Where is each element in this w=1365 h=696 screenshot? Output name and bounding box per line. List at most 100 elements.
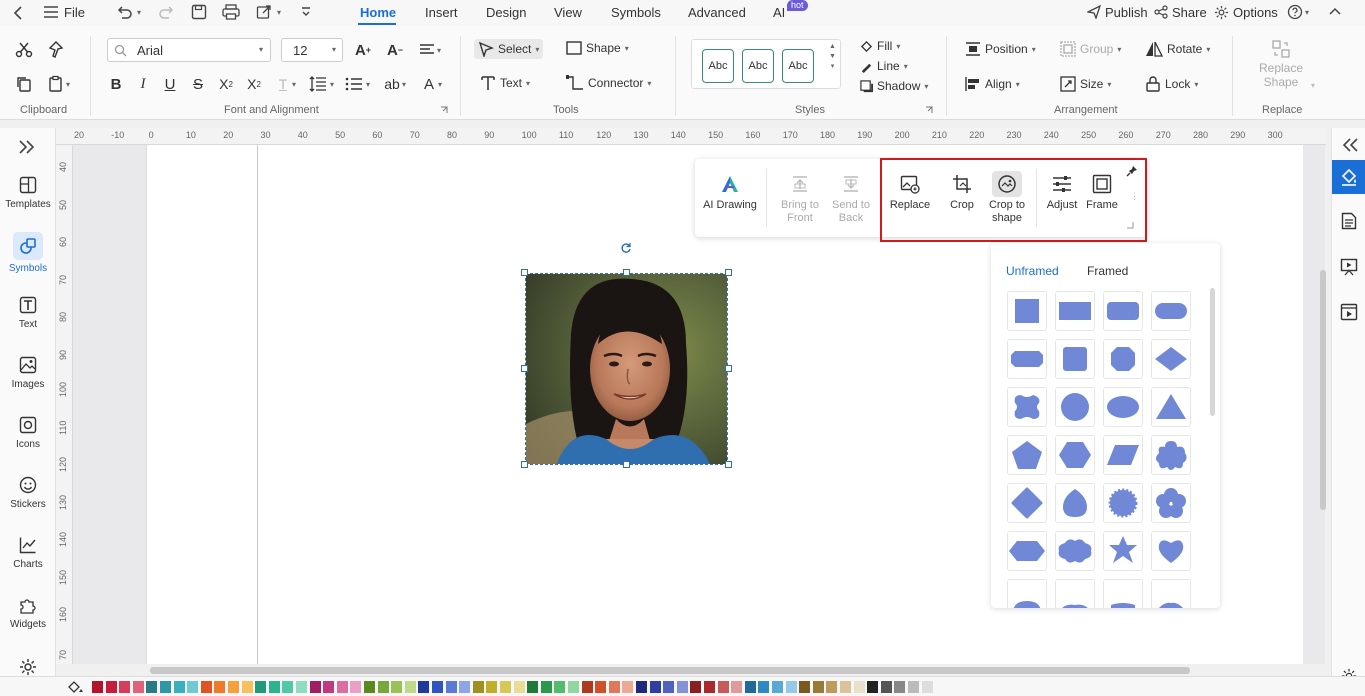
vertical-scrollbar[interactable] — [1320, 270, 1326, 510]
underline-icon[interactable]: U — [159, 73, 181, 95]
resize-handle[interactable] — [623, 269, 630, 276]
color-swatch[interactable] — [744, 681, 756, 693]
font-size-select[interactable]: 12 ▾ — [281, 38, 343, 62]
tab-advanced[interactable]: Advanced — [688, 5, 746, 20]
color-swatch[interactable] — [445, 681, 457, 693]
shape-option-rounded-octagon[interactable] — [1103, 339, 1143, 379]
selected-photo[interactable] — [525, 273, 728, 465]
shape-option-diamond[interactable] — [1151, 339, 1191, 379]
color-swatch[interactable] — [404, 681, 416, 693]
shape-tool-button[interactable]: Shape ▾ — [566, 41, 629, 55]
font-family-select[interactable]: Arial ▾ — [107, 38, 271, 62]
color-swatch[interactable] — [527, 681, 539, 693]
hamburger-icon[interactable] — [44, 6, 58, 18]
color-swatch[interactable] — [309, 681, 321, 693]
color-swatch[interactable] — [200, 681, 212, 693]
fill-button[interactable]: Fill ▾ — [860, 39, 900, 53]
color-swatch[interactable] — [581, 681, 593, 693]
resize-handle[interactable] — [521, 365, 528, 372]
sidebar-item-images[interactable]: Images — [0, 354, 56, 390]
resize-handle[interactable] — [725, 365, 732, 372]
color-swatch[interactable] — [391, 681, 403, 693]
color-swatch[interactable] — [785, 681, 797, 693]
shape-option-partial-d[interactable] — [1151, 579, 1191, 608]
color-swatch[interactable] — [323, 681, 335, 693]
shape-option-pill[interactable] — [1151, 291, 1191, 331]
shape-option-heart[interactable] — [1151, 531, 1191, 571]
color-swatch[interactable] — [894, 681, 906, 693]
color-swatch[interactable] — [568, 681, 579, 693]
shape-option-partial-c[interactable] — [1103, 579, 1143, 608]
sidebar-item-stickers[interactable]: Stickers — [0, 474, 56, 510]
shape-option-cloud-wide[interactable] — [1055, 531, 1095, 571]
export-icon[interactable] — [256, 4, 272, 20]
style-sample-1[interactable]: Abc — [702, 49, 734, 83]
color-swatch[interactable] — [731, 681, 743, 693]
options-button[interactable]: Options — [1233, 5, 1278, 20]
panel-scrollbar[interactable] — [1210, 288, 1215, 416]
sidebar-item-symbols[interactable]: Symbols — [0, 232, 56, 274]
subscript-icon[interactable]: X2 — [243, 73, 265, 95]
color-swatch[interactable] — [432, 681, 443, 693]
color-swatch[interactable] — [92, 681, 103, 693]
color-swatch[interactable] — [826, 681, 838, 693]
color-swatch[interactable] — [364, 681, 375, 693]
sidebar-item-widgets[interactable]: Widgets — [0, 594, 56, 630]
color-swatch[interactable] — [690, 681, 702, 693]
color-swatch[interactable] — [173, 681, 185, 693]
presentation-icon[interactable] — [1340, 258, 1358, 276]
tab-view[interactable]: View — [554, 5, 582, 20]
help-dropdown-icon[interactable]: ▾ — [1305, 8, 1309, 17]
replace-shape-button[interactable]: Replace Shape — [1248, 40, 1314, 89]
color-swatch[interactable] — [105, 681, 117, 693]
color-swatch[interactable] — [255, 681, 267, 693]
shape-option-ellipse[interactable] — [1103, 387, 1143, 427]
align-text-icon[interactable] — [416, 39, 438, 61]
settings-icon[interactable] — [19, 658, 37, 676]
style-scroll-buttons[interactable]: ▲ ▼ ▾ — [829, 42, 836, 72]
save-icon[interactable] — [191, 4, 207, 20]
color-swatch[interactable] — [160, 681, 171, 693]
color-swatch[interactable] — [554, 681, 566, 693]
dialog-launcher-icon[interactable] — [440, 106, 448, 114]
resize-handle[interactable] — [623, 461, 630, 468]
color-swatch[interactable] — [214, 681, 226, 693]
shape-option-parallelogram[interactable] — [1103, 435, 1143, 475]
collapse-ribbon-icon[interactable] — [1328, 5, 1342, 17]
style-sample-3[interactable]: Abc — [782, 49, 814, 83]
shape-option-partial-a[interactable] — [1007, 579, 1047, 608]
shadow-button[interactable]: Shadow ▾ — [860, 79, 928, 93]
color-swatch[interactable] — [228, 681, 239, 693]
file-menu[interactable]: File — [64, 5, 85, 20]
color-swatch[interactable] — [500, 681, 511, 693]
shape-option-circle[interactable] — [1055, 387, 1095, 427]
bold-icon[interactable]: B — [105, 73, 127, 95]
color-swatch[interactable] — [853, 681, 865, 693]
color-swatch[interactable] — [146, 681, 158, 693]
line-spacing-icon[interactable] — [307, 73, 329, 95]
text-case-icon[interactable]: T̲ — [272, 73, 294, 95]
tab-symbols[interactable]: Symbols — [611, 5, 661, 20]
text-tool-button[interactable]: Text ▾ — [480, 75, 530, 91]
paste-icon[interactable] — [45, 73, 67, 95]
fill-color-icon[interactable] — [67, 680, 85, 694]
horizontal-scrollbar[interactable] — [150, 667, 1190, 674]
ai-drawing-button[interactable]: AI Drawing — [702, 171, 758, 211]
export-dropdown-icon[interactable]: ▾ — [277, 8, 281, 17]
group-button[interactable]: Group ▾ — [1060, 41, 1121, 57]
shape-option-egg[interactable] — [1055, 483, 1095, 523]
print-icon[interactable] — [222, 4, 240, 20]
share-button[interactable]: Share — [1172, 5, 1207, 20]
tab-framed[interactable]: Framed — [1087, 264, 1128, 278]
cut-icon[interactable] — [13, 39, 35, 61]
superscript-icon[interactable]: X2 — [215, 73, 237, 95]
shape-option-cross-blob[interactable] — [1007, 387, 1047, 427]
tab-ai[interactable]: AI — [773, 5, 785, 20]
sidebar-item-icons[interactable]: Icons — [0, 414, 56, 450]
lock-button[interactable]: Lock ▾ — [1145, 76, 1198, 92]
color-swatch[interactable] — [459, 681, 471, 693]
color-swatch[interactable] — [812, 681, 824, 693]
color-swatch[interactable] — [350, 681, 362, 693]
color-swatch[interactable] — [513, 681, 525, 693]
tab-insert[interactable]: Insert — [425, 5, 458, 20]
